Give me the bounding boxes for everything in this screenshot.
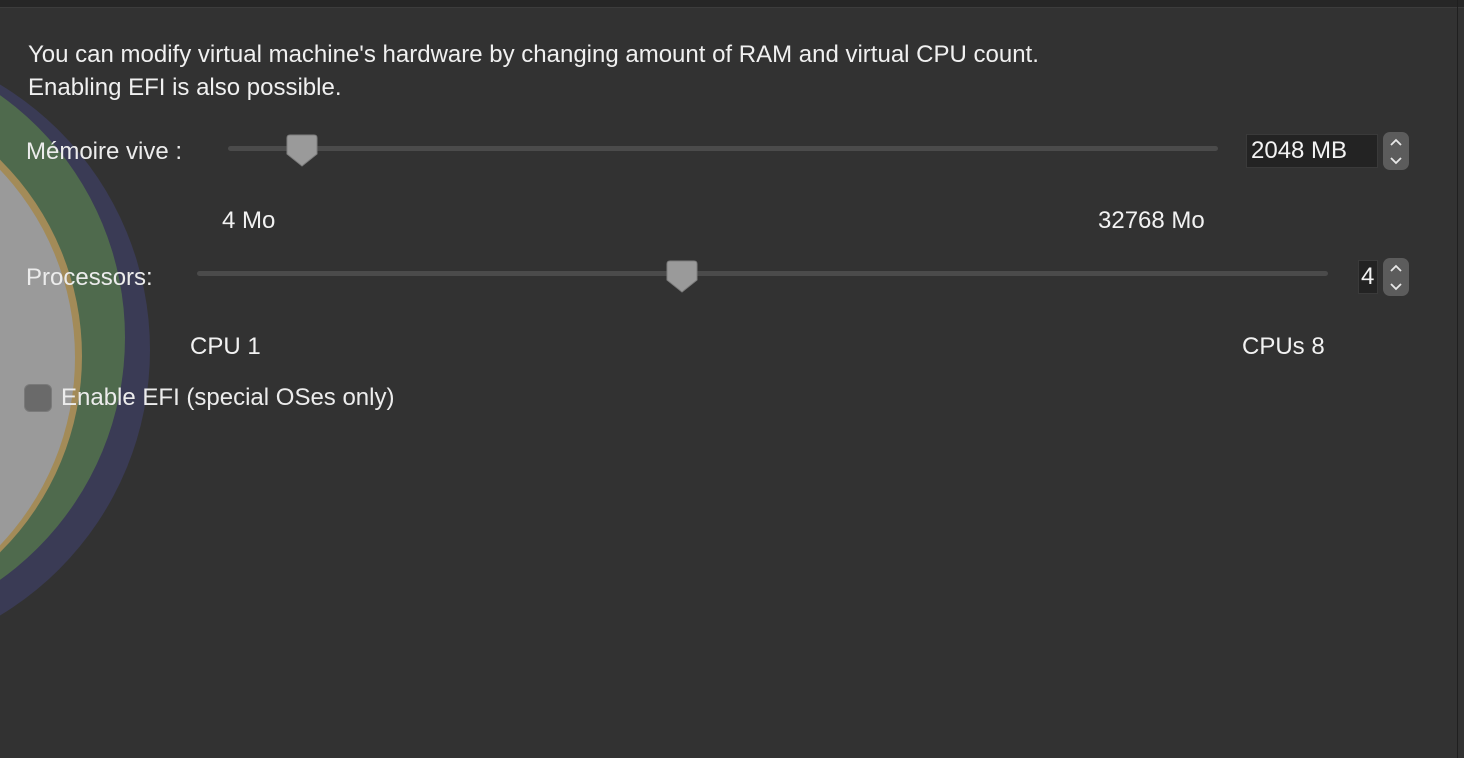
processors-slider[interactable]	[197, 260, 1328, 296]
processors-slider-thumb[interactable]	[666, 260, 698, 293]
chevron-up-icon	[1390, 138, 1402, 146]
processors-value-field[interactable]: 4	[1358, 260, 1378, 294]
efi-option[interactable]: Enable EFI (special OSes only)	[24, 383, 394, 413]
processors-stepper-down[interactable]	[1383, 277, 1409, 296]
memory-label: Mémoire vive :	[26, 138, 183, 165]
memory-max-label: 32768 Mo	[1098, 207, 1205, 234]
chevron-up-icon	[1390, 264, 1402, 272]
memory-slider-thumb[interactable]	[286, 134, 318, 167]
processors-min-label: CPU 1	[190, 333, 261, 360]
description-line-2: Enabling EFI is also possible.	[28, 74, 342, 101]
memory-value-field[interactable]: 2048 MB	[1246, 134, 1378, 168]
background-artwork	[0, 40, 150, 660]
processors-slider-track	[197, 271, 1328, 276]
chevron-down-icon	[1390, 282, 1402, 290]
processors-label: Processors:	[26, 264, 153, 291]
memory-stepper[interactable]	[1383, 132, 1409, 170]
hardware-settings-panel: You can modify virtual machine's hardwar…	[0, 0, 1464, 758]
processors-max-label: CPUs 8	[1242, 333, 1325, 360]
memory-min-label: 4 Mo	[222, 207, 276, 234]
description-line-1: You can modify virtual machine's hardwar…	[28, 41, 1039, 68]
processors-stepper[interactable]	[1383, 258, 1409, 296]
memory-stepper-up[interactable]	[1383, 132, 1409, 151]
efi-checkbox-label: Enable EFI (special OSes only)	[61, 384, 395, 411]
efi-checkbox[interactable]	[24, 384, 52, 412]
memory-stepper-down[interactable]	[1383, 151, 1409, 170]
processors-stepper-up[interactable]	[1383, 258, 1409, 277]
chevron-down-icon	[1390, 156, 1402, 164]
memory-slider-track	[228, 146, 1218, 151]
memory-slider[interactable]	[228, 134, 1218, 170]
description-text: You can modify virtual machine's hardwar…	[28, 38, 1039, 104]
